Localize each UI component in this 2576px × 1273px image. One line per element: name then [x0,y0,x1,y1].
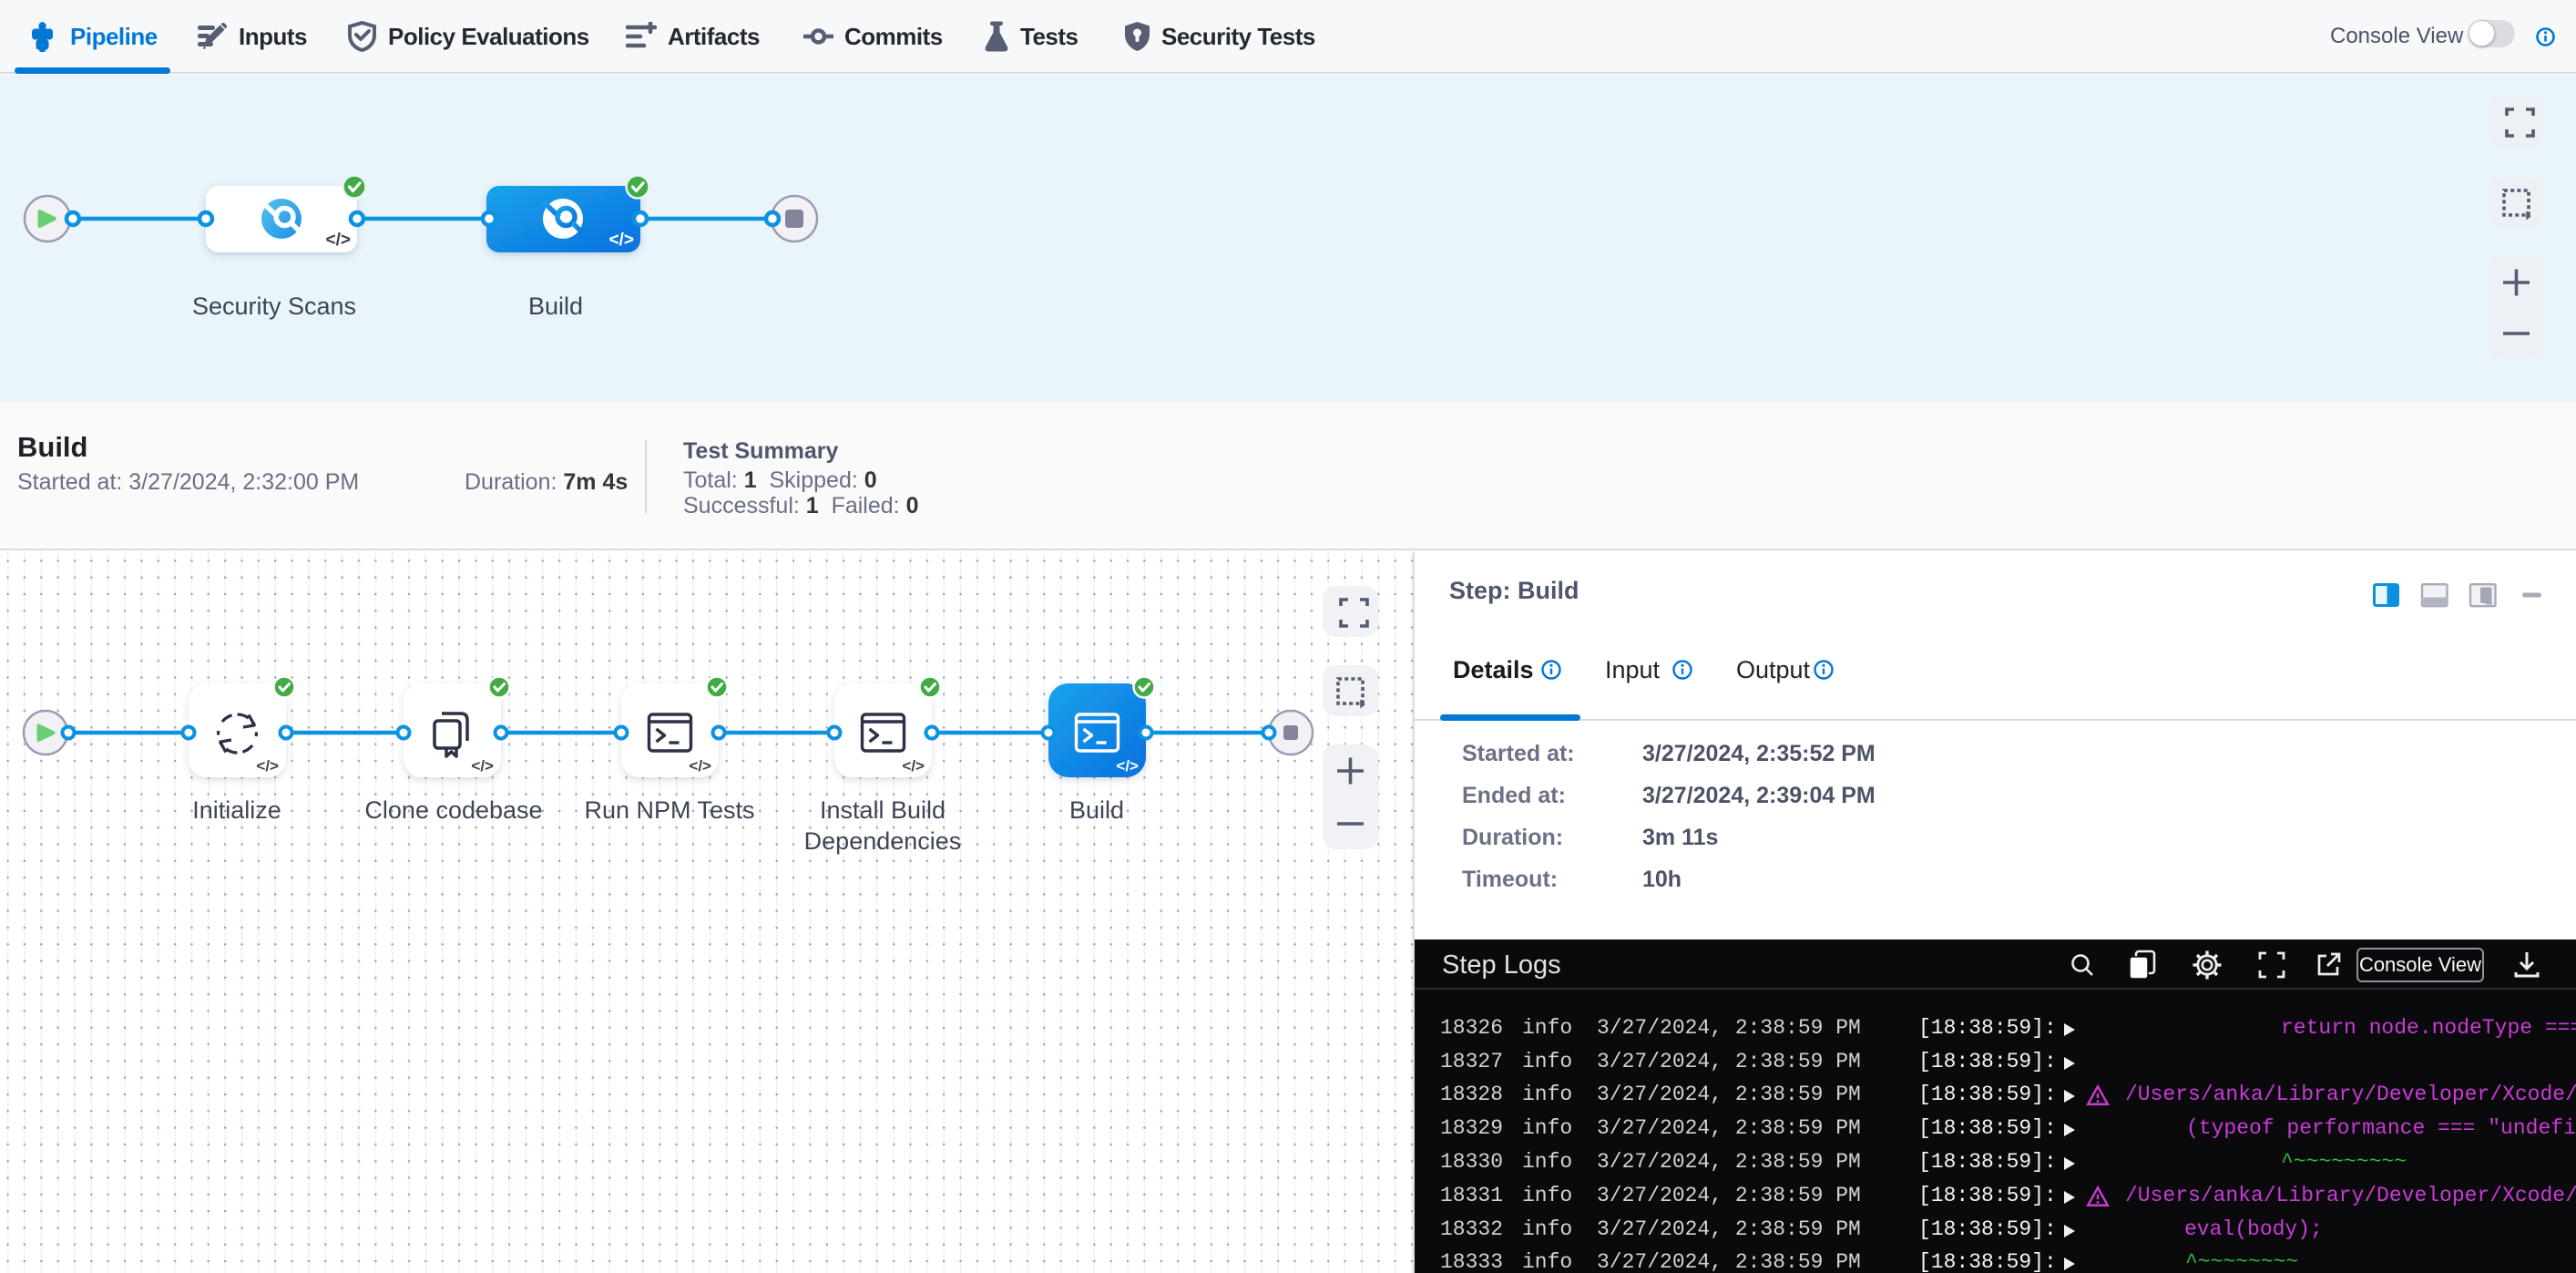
svg-text:</>: </> [326,231,351,250]
svg-text:</>: </> [1116,757,1139,775]
svg-text:Build: Build [528,293,583,320]
svg-text:Security Scans: Security Scans [192,293,356,320]
svg-text:</>: </> [689,757,711,775]
svg-text:Run NPM Tests: Run NPM Tests [584,796,754,824]
svg-text:Clone codebase: Clone codebase [364,796,542,824]
svg-text:Install Build: Install Build [820,796,946,824]
svg-text:</>: </> [609,231,634,250]
svg-text:</>: </> [256,757,279,775]
svg-text:Initialize: Initialize [192,796,281,824]
svg-text:</>: </> [471,757,494,775]
svg-text:</>: </> [902,757,925,775]
svg-text:Build: Build [1069,796,1124,824]
svg-text:Dependencies: Dependencies [804,827,962,855]
